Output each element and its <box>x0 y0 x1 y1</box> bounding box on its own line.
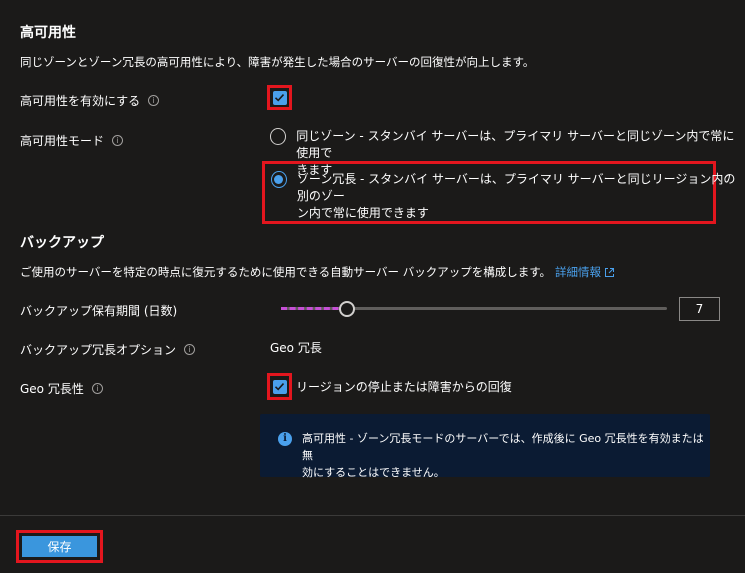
footer-divider <box>0 515 745 516</box>
backup-redundancy-value: Geo 冗長 <box>270 341 322 355</box>
geo-checkbox-highlight <box>267 373 292 400</box>
external-link-icon[interactable] <box>604 267 615 278</box>
checkmark-icon <box>274 94 285 102</box>
save-button-highlight: 保存 <box>16 530 103 563</box>
ha-mode-label: 高可用性モード <box>20 134 105 148</box>
slider-fill <box>281 307 347 310</box>
info-icon[interactable]: i <box>184 344 196 355</box>
radio-same-zone[interactable] <box>270 128 287 145</box>
info-icon[interactable]: i <box>148 95 160 106</box>
ha-mode-row: 高可用性モード i <box>20 132 124 149</box>
retention-slider[interactable] <box>281 300 667 318</box>
ha-enable-checkbox[interactable] <box>272 90 287 105</box>
info-circle-icon: i <box>278 432 292 446</box>
backup-section-title: バックアップ <box>20 235 104 251</box>
slider-thumb[interactable] <box>339 301 355 317</box>
geo-redundancy-row: Geo 冗長性 i <box>20 380 103 397</box>
checkmark-icon <box>274 383 285 391</box>
ha-enable-row: 高可用性を有効にする i <box>20 92 160 109</box>
geo-info-message: i 高可用性 - ゾーン冗長モードのサーバーでは、作成後に Geo 冗長性を有効… <box>260 414 710 479</box>
ha-enable-label: 高可用性を有効にする <box>20 94 141 108</box>
info-icon[interactable]: i <box>112 135 124 146</box>
save-button[interactable]: 保存 <box>22 536 97 557</box>
info-icon[interactable]: i <box>91 383 103 394</box>
ha-mode-option-zone-redundant[interactable]: ゾーン冗長 - スタンバイ サーバーは、プライマリ サーバーと同じリージョン内の… <box>271 171 745 222</box>
geo-redundancy-label: Geo 冗長性 <box>20 382 84 396</box>
learn-more-link[interactable]: 詳細情報 <box>555 264 601 280</box>
geo-info-text: 高可用性 - ゾーン冗長モードのサーバーでは、作成後に Geo 冗長性を有効また… <box>302 432 704 479</box>
ha-description: 同じゾーンとゾーン冗長の高可用性により、障害が発生した場合のサーバーの回復性が向… <box>20 55 535 69</box>
geo-redundancy-checkbox[interactable] <box>272 379 287 394</box>
radio-zone-redundant[interactable] <box>271 171 287 188</box>
backup-description-row: ご使用のサーバーを特定の時点に復元するために使用できる自動サーバー バックアップ… <box>20 264 615 280</box>
radio-zone-redundant-label: ゾーン冗長 - スタンバイ サーバーは、プライマリ サーバーと同じリージョン内の… <box>296 172 736 220</box>
backup-retention-label: バックアップ保有期間 (日数) <box>20 304 178 318</box>
backup-redundancy-label: バックアップ冗長オプション <box>20 343 177 357</box>
ha-enable-highlight <box>267 85 292 110</box>
geo-checkbox-label[interactable]: リージョンの停止または障害からの回復 <box>296 378 512 395</box>
backup-redundancy-row: バックアップ冗長オプション i <box>20 341 196 358</box>
retention-days-input[interactable]: 7 <box>679 297 720 321</box>
ha-section-title: 高可用性 <box>20 25 76 41</box>
backup-description: ご使用のサーバーを特定の時点に復元するために使用できる自動サーバー バックアップ… <box>20 265 552 279</box>
